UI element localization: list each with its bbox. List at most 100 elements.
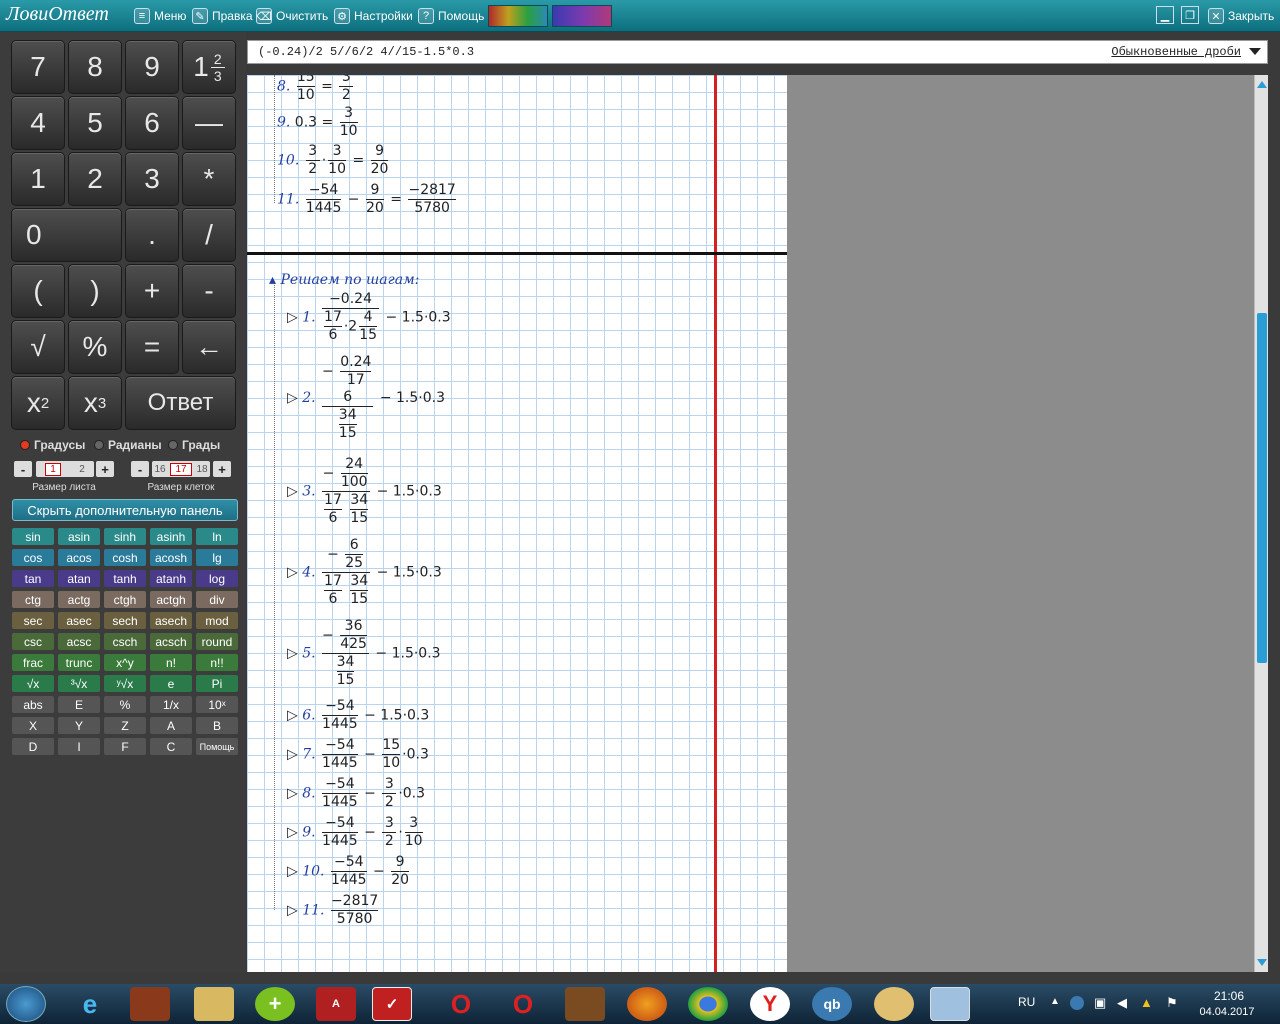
- function-button-5-1[interactable]: acsc: [58, 633, 100, 650]
- key-right-paren[interactable]: ): [68, 264, 122, 318]
- action-center-icon[interactable]: ⚑: [1166, 995, 1178, 1011]
- step-7[interactable]: ▷ 7. −54 1445 − 15 10·0.3: [287, 737, 429, 772]
- function-button-4-1[interactable]: asec: [58, 612, 100, 629]
- plus-app-icon[interactable]: +: [255, 987, 295, 1021]
- answer-button[interactable]: Ответ: [125, 376, 236, 430]
- function-button-9-2[interactable]: Z: [104, 717, 146, 734]
- paint-icon[interactable]: [874, 987, 914, 1021]
- color-theme-swatch[interactable]: [488, 5, 548, 27]
- step-3[interactable]: ▷ 3. − 24 100 17 6 34 15 − 1.5·0.3: [287, 456, 442, 527]
- key-equals[interactable]: =: [125, 320, 179, 374]
- function-button-1-2[interactable]: cosh: [104, 549, 146, 566]
- function-button-6-4[interactable]: n!!: [196, 654, 238, 671]
- function-button-6-1[interactable]: trunc: [58, 654, 100, 671]
- function-button-4-0[interactable]: sec: [12, 612, 54, 629]
- function-button-9-3[interactable]: A: [150, 717, 192, 734]
- chrome-icon[interactable]: [688, 987, 728, 1021]
- key-minus[interactable]: -: [182, 264, 236, 318]
- key-fraction-bar[interactable]: —: [182, 96, 236, 150]
- function-button-9-0[interactable]: X: [12, 717, 54, 734]
- game-app-icon[interactable]: [130, 987, 170, 1021]
- restore-icon[interactable]: ❐: [1181, 6, 1199, 24]
- key-9[interactable]: 9: [125, 40, 179, 94]
- sheet-size-spinner[interactable]: 12: [36, 461, 94, 477]
- function-button-5-4[interactable]: round: [196, 633, 238, 650]
- radio-degrees[interactable]: Градусы: [20, 438, 85, 452]
- function-button-5-2[interactable]: csch: [104, 633, 146, 650]
- key-1[interactable]: 1: [11, 152, 65, 206]
- function-button-2-0[interactable]: tan: [12, 570, 54, 587]
- function-button-1-3[interactable]: acosh: [150, 549, 192, 566]
- cell-size-spinner[interactable]: 16 17 18: [152, 461, 210, 477]
- function-button-4-4[interactable]: mod: [196, 612, 238, 629]
- color-theme-swatch-2[interactable]: [552, 5, 612, 27]
- function-button-8-3[interactable]: 1/x: [150, 696, 192, 713]
- qbittorrent-icon[interactable]: qb: [812, 987, 852, 1021]
- step-4[interactable]: ▷ 4. − 6 25 17 6 34 15 − 1.5·0.3: [287, 537, 442, 608]
- step-10[interactable]: ▷ 10. −54 1445 − 9 20: [287, 854, 411, 889]
- cell-size-increase[interactable]: +: [213, 461, 231, 477]
- radio-radians[interactable]: Радианы: [94, 438, 162, 452]
- function-button-3-2[interactable]: ctgh: [104, 591, 146, 608]
- key-divide[interactable]: /: [182, 208, 236, 262]
- scroll-down-icon[interactable]: [1257, 959, 1267, 966]
- function-button-0-0[interactable]: sin: [12, 528, 54, 545]
- step-11[interactable]: ▷ 11. −2817 5780: [287, 893, 380, 928]
- tray-expand-icon[interactable]: ▲: [1050, 996, 1060, 1007]
- loviotvet-task-icon[interactable]: ✓: [372, 987, 412, 1021]
- steps-heading[interactable]: ▴ Решаем по шагам:: [269, 272, 419, 288]
- key-8[interactable]: 8: [68, 40, 122, 94]
- function-button-10-1[interactable]: I: [58, 738, 100, 755]
- step-1[interactable]: ▷ 1. −0.24 17 6·2 4 15 − 1.5·0.3: [287, 291, 451, 344]
- key-square[interactable]: x2: [11, 376, 65, 430]
- scroll-up-icon[interactable]: [1257, 81, 1267, 88]
- function-button-3-4[interactable]: div: [196, 591, 238, 608]
- key-plus[interactable]: +: [125, 264, 179, 318]
- function-button-8-2[interactable]: %: [104, 696, 146, 713]
- function-button-4-3[interactable]: asech: [150, 612, 192, 629]
- key-0[interactable]: 0: [11, 208, 122, 262]
- network-icon[interactable]: ▣: [1094, 995, 1106, 1011]
- expression-bar[interactable]: (-0.24)/2 5//6/2 4//15-1.5*0.3 Обыкновен…: [247, 40, 1268, 64]
- function-button-10-0[interactable]: D: [12, 738, 54, 755]
- key-backspace[interactable]: ←: [182, 320, 236, 374]
- step-5[interactable]: ▷ 5. − 36 425 34 15 − 1.5·0.3: [287, 618, 441, 689]
- function-button-10-3[interactable]: C: [150, 738, 192, 755]
- sheet-size-decrease[interactable]: -: [14, 461, 32, 477]
- function-button-2-2[interactable]: tanh: [104, 570, 146, 587]
- key-decimal[interactable]: .: [125, 208, 179, 262]
- opera-icon-2[interactable]: O: [503, 987, 543, 1021]
- function-button-9-1[interactable]: Y: [58, 717, 100, 734]
- function-button-7-1[interactable]: ³√x: [58, 675, 100, 692]
- key-percent[interactable]: %: [68, 320, 122, 374]
- file-explorer-icon[interactable]: [194, 987, 234, 1021]
- key-6[interactable]: 6: [125, 96, 179, 150]
- edit-button[interactable]: ✎ Правка: [188, 5, 257, 27]
- function-button-7-2[interactable]: ʸ√x: [104, 675, 146, 692]
- scroll-thumb[interactable]: [1257, 313, 1267, 663]
- function-button-10-4[interactable]: Помощь: [196, 738, 238, 755]
- key-4[interactable]: 4: [11, 96, 65, 150]
- expression-input[interactable]: (-0.24)/2 5//6/2 4//15-1.5*0.3: [258, 45, 474, 59]
- step-6[interactable]: ▷ 6. −54 1445 − 1.5·0.3: [287, 698, 429, 733]
- function-button-8-4[interactable]: 10ˣ: [196, 696, 238, 713]
- function-button-3-3[interactable]: actgh: [150, 591, 192, 608]
- key-3[interactable]: 3: [125, 152, 179, 206]
- function-button-1-4[interactable]: lg: [196, 549, 238, 566]
- function-button-8-0[interactable]: abs: [12, 696, 54, 713]
- function-button-0-1[interactable]: asin: [58, 528, 100, 545]
- tv-app-icon[interactable]: [565, 987, 605, 1021]
- function-button-1-1[interactable]: acos: [58, 549, 100, 566]
- function-button-3-1[interactable]: actg: [58, 591, 100, 608]
- function-button-1-0[interactable]: cos: [12, 549, 54, 566]
- clock-time[interactable]: 21:06: [1198, 989, 1260, 1003]
- yandex-browser-icon[interactable]: Y: [750, 987, 790, 1021]
- function-button-2-1[interactable]: atan: [58, 570, 100, 587]
- step-9[interactable]: ▷ 9. −54 1445 − 3 2 · 3 10: [287, 815, 425, 850]
- function-button-4-2[interactable]: sech: [104, 612, 146, 629]
- clock-date[interactable]: 04.04.2017: [1194, 1006, 1260, 1018]
- drive-icon[interactable]: ▲: [1140, 995, 1153, 1010]
- function-button-8-1[interactable]: E: [58, 696, 100, 713]
- function-button-6-2[interactable]: x^y: [104, 654, 146, 671]
- key-5[interactable]: 5: [68, 96, 122, 150]
